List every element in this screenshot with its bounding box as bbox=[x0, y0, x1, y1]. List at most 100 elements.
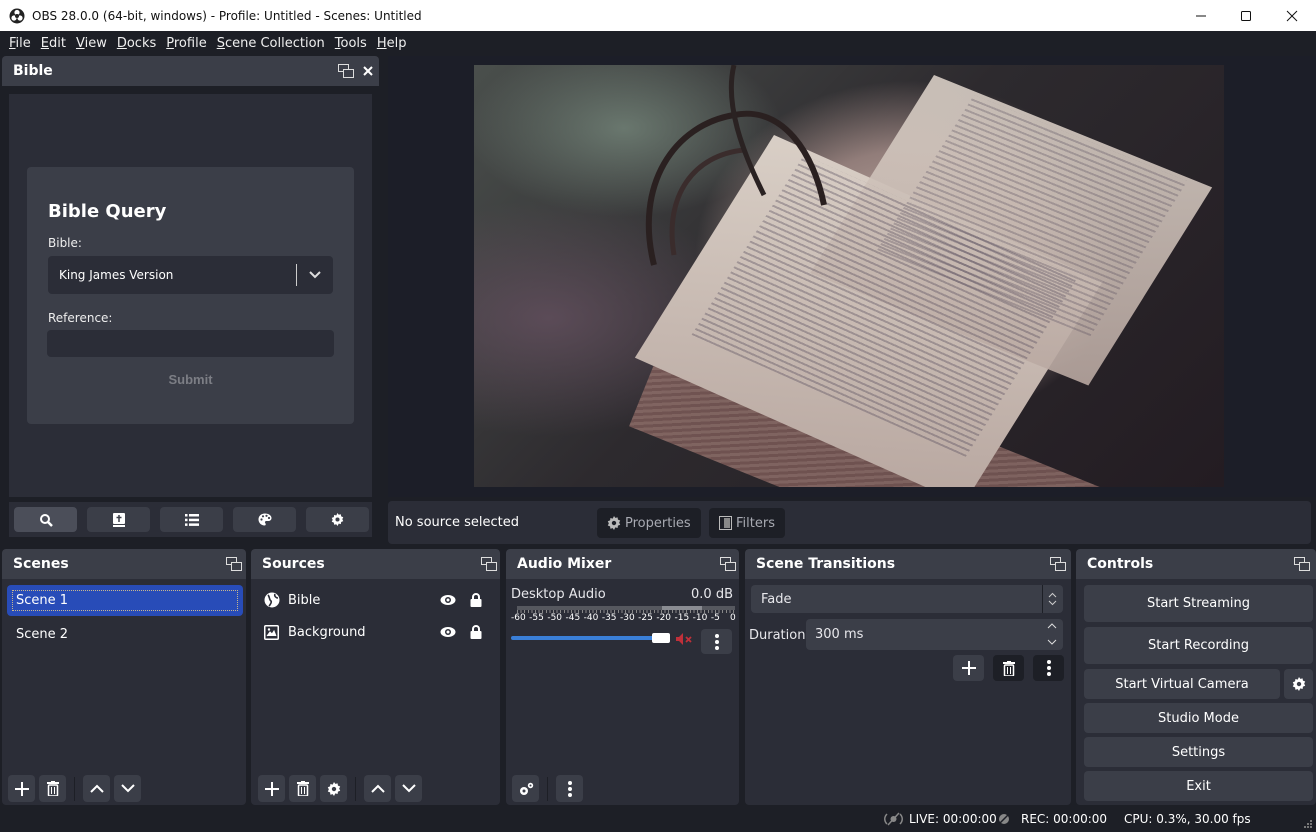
maximize-button[interactable] bbox=[1223, 0, 1269, 31]
source-item[interactable]: Background bbox=[251, 616, 500, 648]
menu-view[interactable]: View bbox=[71, 36, 112, 51]
sources-dock-header: Sources bbox=[251, 549, 500, 579]
minimize-icon bbox=[1196, 15, 1206, 16]
eye-icon[interactable] bbox=[440, 626, 456, 638]
float-dock-icon[interactable] bbox=[720, 557, 736, 571]
bible-label: Bible: bbox=[48, 236, 82, 250]
resize-grip-icon[interactable] bbox=[1304, 820, 1313, 829]
menu-scene-collection[interactable]: Scene Collection bbox=[212, 36, 330, 51]
move-scene-up-button[interactable] bbox=[83, 775, 110, 802]
start-virtual-camera-button[interactable]: Start Virtual Camera bbox=[1084, 669, 1280, 699]
menu-docks[interactable]: Docks bbox=[112, 36, 161, 51]
float-dock-icon[interactable] bbox=[481, 557, 497, 571]
reference-input[interactable] bbox=[47, 330, 334, 357]
start-recording-button[interactable]: Start Recording bbox=[1084, 627, 1313, 664]
bible-browser-view: Bible Query Bible: King James Version Re… bbox=[9, 94, 372, 497]
minimize-button[interactable] bbox=[1178, 0, 1224, 31]
close-window-button[interactable] bbox=[1269, 0, 1315, 31]
filters-button[interactable]: Filters bbox=[709, 508, 785, 538]
menu-help[interactable]: Help bbox=[372, 36, 412, 51]
add-source-button[interactable] bbox=[258, 775, 285, 802]
add-transition-button[interactable] bbox=[953, 655, 984, 681]
mixer-menu-button[interactable] bbox=[556, 775, 583, 802]
duration-label: Duration bbox=[749, 628, 806, 643]
trash-icon bbox=[1002, 660, 1015, 676]
palette-icon bbox=[258, 513, 271, 526]
spin-up-icon[interactable] bbox=[1047, 623, 1057, 629]
chevron-down-icon bbox=[120, 784, 135, 793]
eye-icon[interactable] bbox=[440, 594, 456, 606]
bible-tab-button[interactable] bbox=[87, 507, 150, 532]
plus-icon bbox=[264, 781, 279, 796]
menu-tools[interactable]: Tools bbox=[330, 36, 372, 51]
virtual-camera-settings-button[interactable] bbox=[1284, 669, 1313, 699]
transition-menu-button[interactable] bbox=[1033, 655, 1064, 681]
remove-source-button[interactable] bbox=[289, 775, 316, 802]
bible-toolbar bbox=[9, 502, 372, 537]
meter-scale-label: -10 bbox=[692, 613, 708, 623]
move-scene-down-button[interactable] bbox=[114, 775, 141, 802]
duration-spinbox[interactable]: 300 ms bbox=[806, 619, 1063, 650]
volume-slider-track[interactable] bbox=[511, 636, 662, 640]
source-name: Background bbox=[288, 624, 366, 640]
window-titlebar: OBS 28.0.0 (64-bit, windows) - Profile: … bbox=[0, 0, 1316, 31]
theme-tab-button[interactable] bbox=[233, 507, 296, 532]
settings-button[interactable]: Settings bbox=[1084, 737, 1313, 767]
menu-bar: File Edit View Docks Profile Scene Colle… bbox=[0, 31, 1316, 55]
source-name: Bible bbox=[288, 592, 321, 608]
scene-name: Scene 2 bbox=[16, 627, 69, 642]
image-icon bbox=[264, 624, 279, 640]
lock-icon[interactable] bbox=[470, 625, 482, 639]
toolbar-divider bbox=[355, 777, 356, 801]
bible-version-select[interactable]: King James Version bbox=[48, 256, 333, 294]
remove-scene-button[interactable] bbox=[39, 775, 66, 802]
list-icon bbox=[184, 513, 199, 526]
spin-down-icon[interactable] bbox=[1047, 639, 1057, 645]
gears-icon bbox=[519, 782, 533, 795]
float-dock-icon[interactable] bbox=[338, 64, 354, 78]
menu-profile[interactable]: Profile bbox=[161, 36, 211, 51]
channel-menu-button[interactable] bbox=[701, 629, 732, 654]
source-item[interactable]: Bible bbox=[251, 584, 500, 616]
start-streaming-button[interactable]: Start Streaming bbox=[1084, 585, 1313, 622]
float-dock-icon[interactable] bbox=[226, 557, 242, 571]
submit-button[interactable]: Submit bbox=[27, 372, 354, 387]
remove-transition-button[interactable] bbox=[993, 655, 1024, 681]
muted-speaker-icon[interactable] bbox=[676, 633, 693, 645]
scene-item[interactable]: Scene 1 bbox=[7, 585, 243, 616]
settings-tab-button[interactable] bbox=[306, 507, 369, 532]
sources-dock: Sources Bible Background bbox=[251, 549, 500, 805]
meter-scale-label: -40 bbox=[583, 613, 599, 623]
scene-transitions-dock: Scene Transitions Fade Duration 300 ms bbox=[745, 549, 1071, 805]
add-scene-button[interactable] bbox=[8, 775, 35, 802]
move-source-down-button[interactable] bbox=[395, 775, 422, 802]
updown-icon bbox=[1048, 592, 1057, 606]
menu-file[interactable]: File bbox=[4, 36, 36, 51]
live-time: LIVE: 00:00:00 bbox=[909, 812, 997, 826]
float-dock-icon[interactable] bbox=[1050, 557, 1066, 571]
close-dock-icon[interactable] bbox=[363, 66, 373, 76]
meter-scale-label: -60 bbox=[511, 613, 526, 623]
volume-slider-handle[interactable] bbox=[652, 633, 670, 643]
list-tab-button[interactable] bbox=[160, 507, 223, 532]
float-dock-icon[interactable] bbox=[1294, 557, 1310, 571]
scene-item[interactable]: Scene 2 bbox=[7, 619, 243, 650]
meter-scale: -60 -55 -50 -45 -40 -35 -30 -25 -20 -15 -10 -5 0 bbox=[511, 613, 737, 625]
bible-version-value: King James Version bbox=[59, 268, 174, 282]
advanced-audio-button[interactable] bbox=[512, 775, 539, 802]
properties-button[interactable]: Properties bbox=[597, 508, 701, 538]
search-tab-button[interactable] bbox=[14, 507, 77, 532]
window-title: OBS 28.0.0 (64-bit, windows) - Profile: … bbox=[32, 8, 422, 23]
meter-scale-label: -15 bbox=[674, 613, 690, 623]
menu-edit[interactable]: Edit bbox=[36, 36, 71, 51]
source-properties-button[interactable] bbox=[320, 775, 347, 802]
move-source-up-button[interactable] bbox=[364, 775, 391, 802]
studio-mode-button[interactable]: Studio Mode bbox=[1084, 703, 1313, 733]
lock-icon[interactable] bbox=[470, 593, 482, 607]
preview-area[interactable] bbox=[388, 56, 1316, 497]
exit-button[interactable]: Exit bbox=[1084, 771, 1313, 801]
duration-value: 300 ms bbox=[815, 627, 864, 642]
trash-icon bbox=[46, 781, 59, 796]
transition-select[interactable]: Fade bbox=[751, 585, 1063, 613]
gear-icon bbox=[331, 513, 344, 526]
